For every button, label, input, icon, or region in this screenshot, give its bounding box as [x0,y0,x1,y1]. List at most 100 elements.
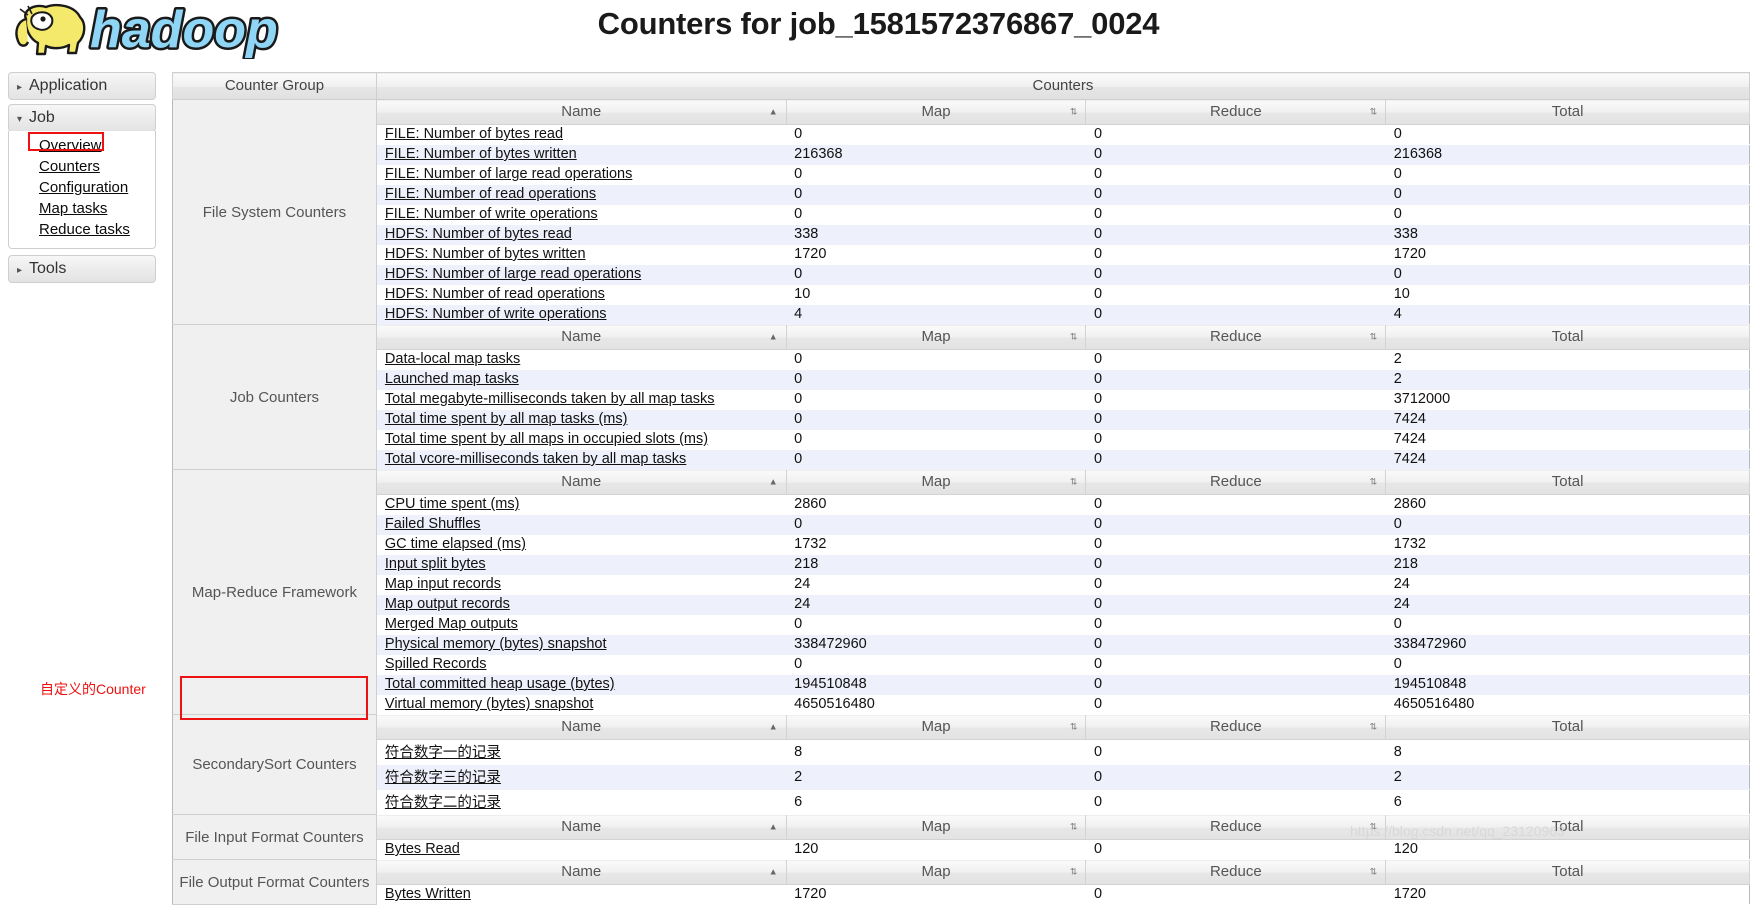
sort-toggle-icon[interactable]: ⇅ [1370,822,1378,832]
column-header-reduce[interactable]: Reduce ⇅ [1085,99,1387,125]
counter-name-link[interactable]: 符合数字三的记录 [385,770,501,786]
counter-name-link[interactable]: Data-local map tasks [385,351,520,367]
sort-asc-icon[interactable]: ▲ [769,822,778,832]
counter-name-link[interactable]: Total time spent by all maps in occupied… [385,431,708,447]
sort-toggle-icon[interactable]: ⇅ [1370,867,1378,877]
sort-asc-icon[interactable]: ▲ [769,107,778,117]
counter-name-cell: HDFS: Number of read operations [376,284,787,305]
column-header-reduce[interactable]: Reduce ⇅ [1085,814,1387,840]
sort-toggle-icon[interactable]: ⇅ [1070,332,1078,342]
counter-name-link[interactable]: Bytes Read [385,841,460,857]
counter-name-link[interactable]: FILE: Number of bytes read [385,126,563,142]
counter-total-value: 4 [1385,304,1750,325]
column-header-name[interactable]: Name ▲ [375,714,787,740]
counter-name-cell: FILE: Number of bytes read [376,124,787,145]
counter-name-link[interactable]: FILE: Number of bytes written [385,146,577,162]
sidebar-item-overview[interactable]: Overview [9,135,155,156]
column-header-total[interactable]: Total [1385,469,1750,495]
sort-asc-icon[interactable]: ▲ [769,332,778,342]
sidebar-item-map-tasks[interactable]: Map tasks [9,198,155,219]
sort-toggle-icon[interactable]: ⇅ [1370,332,1378,342]
counter-name-link[interactable]: Virtual memory (bytes) snapshot [385,696,593,712]
counter-name-link[interactable]: GC time elapsed (ms) [385,536,526,552]
column-header-total[interactable]: Total [1385,324,1750,350]
column-header-map[interactable]: Map ⇅ [785,99,1087,125]
sidebar-item-counters[interactable]: Counters [9,156,155,177]
counter-name-link[interactable]: Total committed heap usage (bytes) [385,676,615,692]
counter-name-link[interactable]: Merged Map outputs [385,616,518,632]
counter-name-link[interactable]: Spilled Records [385,656,487,672]
column-header-map[interactable]: Map ⇅ [785,714,1087,740]
column-header-name[interactable]: Name ▲ [375,99,787,125]
table-row: Launched map tasks 0 0 2 [173,369,1750,390]
column-header-reduce[interactable]: Reduce ⇅ [1085,324,1387,350]
sort-toggle-icon[interactable]: ⇅ [1070,867,1078,877]
counter-name-link[interactable]: FILE: Number of large read operations [385,166,632,182]
counter-reduce-value: 0 [1085,244,1386,265]
counter-name-cell: 符合数字一的记录 [376,739,787,765]
counter-name-link[interactable]: Launched map tasks [385,371,519,387]
column-header-name[interactable]: Name ▲ [375,814,787,840]
sort-asc-icon[interactable]: ▲ [769,867,778,877]
sidebar-section-job[interactable]: ▾ Job [8,104,156,132]
sidebar-section-application[interactable]: ▸ Application [8,72,156,100]
sort-toggle-icon[interactable]: ⇅ [1370,722,1378,732]
column-header-map[interactable]: Map ⇅ [785,859,1087,885]
column-header-name[interactable]: Name ▲ [375,859,787,885]
column-header-map[interactable]: Map ⇅ [785,814,1087,840]
counter-name-link[interactable]: FILE: Number of write operations [385,206,598,222]
counter-name-link[interactable]: FILE: Number of read operations [385,186,596,202]
counter-name-link[interactable]: 符合数字一的记录 [385,745,501,761]
counter-name-cell: Map output records [376,594,787,615]
table-row: Bytes Written 1720 0 1720 [173,884,1750,905]
column-header-reduce[interactable]: Reduce ⇅ [1085,859,1387,885]
counter-name-link[interactable]: Input split bytes [385,556,486,572]
counter-total-value: 0 [1385,164,1750,185]
column-header-reduce[interactable]: Reduce ⇅ [1085,469,1387,495]
counter-name-link[interactable]: HDFS: Number of bytes written [385,246,586,262]
counter-name-link[interactable]: Map input records [385,576,501,592]
sort-asc-icon[interactable]: ▲ [769,722,778,732]
column-header-map[interactable]: Map ⇅ [785,324,1087,350]
sort-toggle-icon[interactable]: ⇅ [1370,477,1378,487]
column-header-reduce[interactable]: Reduce ⇅ [1085,714,1387,740]
counter-name-link[interactable]: HDFS: Number of large read operations [385,266,641,282]
table-row: Merged Map outputs 0 0 0 [173,614,1750,635]
sort-toggle-icon[interactable]: ⇅ [1070,477,1078,487]
column-header-total[interactable]: Total [1385,814,1750,840]
table-row: Total time spent by all map tasks (ms) 0 0… [173,409,1750,430]
column-header-total[interactable]: Total [1385,859,1750,885]
column-header-total[interactable]: Total [1385,714,1750,740]
table-row: HDFS: Number of read operations 10 0 10 [173,284,1750,305]
counter-total-value: 8 [1385,739,1750,765]
counter-name-link[interactable]: Total time spent by all map tasks (ms) [385,411,628,427]
counter-name-link[interactable]: Physical memory (bytes) snapshot [385,636,607,652]
counter-name-link[interactable]: HDFS: Number of bytes read [385,226,572,242]
column-header-name[interactable]: Name ▲ [375,469,787,495]
counter-group-label: File System Counters [202,203,347,221]
sidebar-item-configuration[interactable]: Configuration [9,177,155,198]
sidebar-section-tools[interactable]: ▸ Tools [8,255,156,283]
counter-name-link[interactable]: 符合数字二的记录 [385,795,501,811]
sort-toggle-icon[interactable]: ⇅ [1070,107,1078,117]
column-header-map[interactable]: Map ⇅ [785,469,1087,495]
counter-name-link[interactable]: Total megabyte-milliseconds taken by all… [385,391,715,407]
counter-name-link[interactable]: CPU time spent (ms) [385,496,520,512]
sort-asc-icon[interactable]: ▲ [769,477,778,487]
sort-toggle-icon[interactable]: ⇅ [1070,822,1078,832]
sort-toggle-icon[interactable]: ⇅ [1370,107,1378,117]
counter-name-link[interactable]: HDFS: Number of read operations [385,286,605,302]
counter-name-link[interactable]: Total vcore-milliseconds taken by all ma… [385,451,686,467]
counter-name-link[interactable]: Bytes Written [385,886,471,902]
sidebar-item-reduce-tasks[interactable]: Reduce tasks [9,219,155,240]
counter-name-link[interactable]: Map output records [385,596,510,612]
table-row: Data-local map tasks 0 0 2 [173,349,1750,370]
counter-total-value: 0 [1385,184,1750,205]
column-header-name[interactable]: Name ▲ [375,324,787,350]
counter-name-link[interactable]: HDFS: Number of write operations [385,306,607,322]
column-header-total[interactable]: Total [1385,99,1750,125]
counter-map-value: 0 [786,654,1086,675]
counter-map-value: 338 [786,224,1086,245]
counter-name-link[interactable]: Failed Shuffles [385,516,481,532]
sort-toggle-icon[interactable]: ⇅ [1070,722,1078,732]
